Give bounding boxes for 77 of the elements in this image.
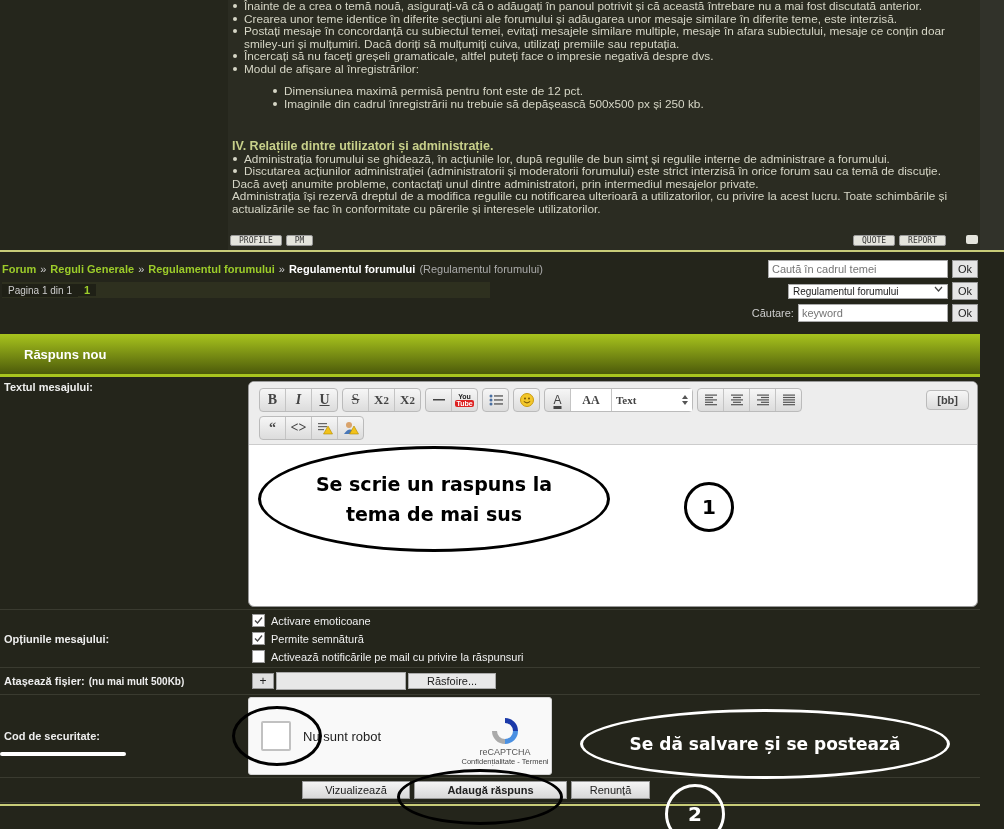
form-button[interactable]: Renunță: [571, 781, 650, 799]
rule-text: Imaginile din cadrul înregistrării nu trebuie să depășească 500x500 px și 250 kb.: [284, 97, 704, 110]
page-count: Pagina 1 din 1: [2, 283, 78, 297]
search-label: Căutare:: [751, 307, 794, 319]
section-header: Răspuns nou: [0, 334, 980, 377]
field-label: Textul mesajului:: [4, 381, 94, 393]
warn-user-icon: [342, 421, 359, 435]
annotation-callout: Se dă salvare și se postează: [580, 709, 950, 779]
breadcrumb-note: (Regulamentul forumului): [419, 263, 543, 275]
breadcrumb-link[interactable]: Forum: [2, 263, 37, 275]
breadcrumb-separator: »: [278, 263, 285, 275]
align-center-icon: [728, 393, 745, 407]
format-button[interactable]: U: [312, 389, 337, 411]
captcha-brand: reCAPTCHA: [479, 746, 531, 757]
option-label: Permite semnătură: [271, 632, 364, 645]
option-label: Activează notificările pe mail cu privire la răspunsuri: [271, 650, 524, 663]
align-right-icon: [754, 393, 771, 407]
rule-text: Modul de afișare al înregistrărilor:: [244, 62, 420, 75]
checkbox[interactable]: [252, 632, 265, 645]
field-hint: (nu mai mult 500Kb): [88, 675, 185, 687]
align-left-icon: [702, 393, 719, 407]
format-button[interactable]: S: [343, 389, 369, 411]
spinner-arrows-icon: [682, 395, 688, 405]
field-label: Opțiunile mesajului:: [4, 632, 110, 645]
rule-text: Înainte de a crea o temă nouă, asigurați-vă că o adăugați în panoul potrivit și că această întrebare nu a mai fost discutată anterior.: [244, 0, 923, 13]
post-action-button[interactable]: PROFILE: [230, 235, 282, 246]
post-action-button[interactable]: PM: [285, 235, 314, 246]
font-size-select[interactable]: AA: [571, 389, 612, 411]
captcha-checkbox[interactable]: [261, 721, 291, 751]
format-button[interactable]: <>: [286, 417, 312, 439]
rule-text: Dacă aveți anumite probleme, contactați unul dintre administratori, prin intermediul mesajelor private.: [232, 177, 759, 190]
rule-text: Încercați să nu faceți greșeli gramaticale, altfel puteți face o impresie negativă despre dvs.: [244, 50, 714, 63]
post-action-button[interactable]: QUOTE: [853, 235, 896, 246]
format-button[interactable]: “: [260, 417, 286, 439]
ok-button[interactable]: Ok: [951, 304, 978, 322]
field-label: Atașează fișier:: [4, 675, 85, 687]
scroll-up-icon[interactable]: [966, 235, 978, 244]
search-field[interactable]: keyword: [797, 304, 948, 322]
warn-text-icon: [316, 421, 333, 435]
rule-text: Discutarea acțiunilor administrației (administratorii și moderatorii forumului) este strict interzisă în orice forum sau ca temă de discuție.: [244, 165, 941, 178]
breadcrumb-separator: »: [138, 263, 145, 275]
post-action-button[interactable]: REPORT: [899, 235, 946, 246]
rule-text: Administrația forumului se ghidează, în acțiunile lor, după regulile de bun simț și regulile interne de administrare a forumului.: [244, 152, 890, 165]
bbcode-button[interactable]: [bb]: [926, 390, 969, 410]
rule-text: Dimensiunea maximă permisă pentru font este de 12 pct.: [284, 85, 583, 98]
step-number: 1: [684, 482, 734, 532]
annotation-callout: Se scrie un raspuns la tema de mai sus: [258, 446, 610, 552]
form-button[interactable]: Vizualizează: [302, 781, 410, 799]
breadcrumb-link[interactable]: Regulamentul forumului: [148, 263, 275, 275]
captcha-label: Nu sunt robot: [303, 728, 383, 744]
justify-icon: [780, 393, 797, 407]
ok-button[interactable]: Ok: [951, 260, 978, 278]
browse-button[interactable]: Răsfoire...: [408, 673, 497, 689]
field-label: Cod de securitate:: [4, 730, 100, 742]
add-file-button[interactable]: +: [252, 673, 274, 689]
format-button[interactable]: I: [286, 389, 312, 411]
format-button[interactable]: B: [260, 389, 286, 411]
file-field[interactable]: [276, 672, 406, 690]
option-label: Activare emoticoane: [271, 614, 371, 627]
topic-search-field[interactable]: Caută în cadrul temei: [767, 260, 948, 278]
breadcrumb-current: Regulamentul forumului: [288, 263, 416, 275]
step-number: 2: [665, 784, 725, 829]
form-button[interactable]: Adaugă răspuns: [414, 781, 567, 799]
chevron-down-icon: [933, 285, 943, 292]
rule-text: Crearea unor teme identice în diferite secțiuni ale forumului și adăugarea unor mesaje similare în diferite teme, este interzisă.: [244, 12, 898, 25]
ok-button[interactable]: Ok: [951, 282, 978, 300]
breadcrumb-separator: »: [40, 263, 47, 275]
font-select[interactable]: Text: [612, 389, 692, 411]
rule-text: Administrația își rezervă dreptul de a modifica regulile cu notificarea ulterioară a utilizatorilor, cu privire la acest lucru. Toate schimbările și actualizările se fac în conformitate cu părerile și interesele utilizatorilor.: [232, 190, 949, 215]
checkbox[interactable]: [252, 650, 265, 663]
rule-text: Postați mesaje în concordanță cu subiectul temei, evitați mesajele similare multiple, mesaje în afara subiectului, mesaje ce conțin doar smiley-uri și mulțumiri. Dacă doriți să mulțumiți cuiva, utilizați premiile sau reputația.: [244, 25, 946, 50]
section-heading: IV. Relațiile dintre utilizatori și administrație.: [232, 140, 494, 153]
list-icon: [487, 393, 504, 407]
forum-jump-select[interactable]: Regulamentul forumului: [787, 283, 948, 299]
breadcrumb-link[interactable]: Reguli Generale: [50, 263, 135, 275]
checkbox[interactable]: [252, 614, 265, 627]
smiley-icon: [518, 393, 535, 407]
